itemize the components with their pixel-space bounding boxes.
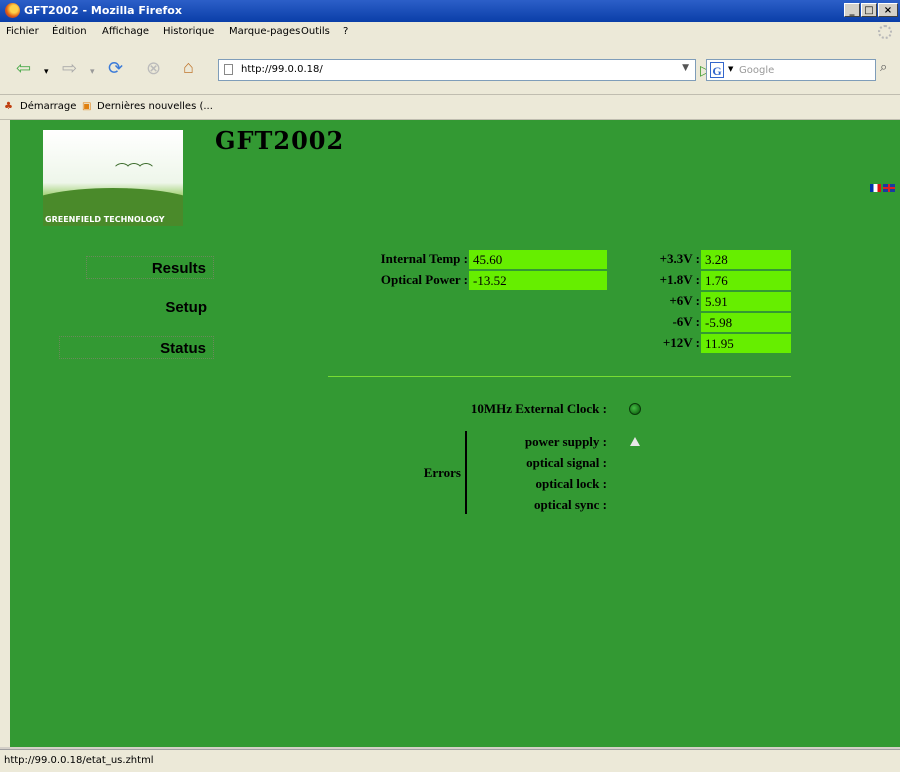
nav-toolbar: ⇦ ▾ ⇨ ▾ ⟳ ⊗ ⌂ http://99.0.0.18/ ▼ ▷ G ▼ … bbox=[0, 42, 900, 95]
results-button[interactable]: Results bbox=[86, 256, 214, 279]
menu-bar: Fichier Édition Affichage Historique Mar… bbox=[0, 22, 900, 42]
bookmarks-bar: ♣ Démarrage ▣ Dernières nouvelles (... bbox=[0, 95, 900, 120]
close-button[interactable]: × bbox=[878, 3, 898, 17]
back-dropdown-icon[interactable]: ▾ bbox=[44, 60, 49, 82]
internal-temp-value: 45.60 bbox=[469, 250, 607, 269]
demarrage-icon: ♣ bbox=[4, 101, 13, 112]
url-text: http://99.0.0.18/ bbox=[241, 64, 323, 75]
menu-marque-pages[interactable]: Marque-pages bbox=[229, 26, 300, 37]
error-optical-sync-label: optical sync : bbox=[534, 497, 607, 512]
page-title: GFT2002 bbox=[215, 126, 345, 155]
minimize-button[interactable]: _ bbox=[844, 3, 860, 17]
external-clock-status-led-icon bbox=[629, 403, 641, 415]
english-flag-icon[interactable] bbox=[883, 184, 895, 192]
french-flag-icon[interactable] bbox=[870, 184, 881, 192]
forward-dropdown-icon[interactable]: ▾ bbox=[90, 60, 95, 82]
error-optical-signal-label: optical signal : bbox=[526, 455, 607, 470]
voltage-3v3-label: +3.3V : bbox=[659, 251, 700, 266]
power-supply-warning-icon bbox=[630, 437, 640, 446]
firefox-icon bbox=[5, 3, 20, 18]
voltage-6v-label: +6V : bbox=[669, 293, 700, 308]
search-box[interactable]: G ▼ Google bbox=[706, 59, 876, 81]
menu-help[interactable]: ? bbox=[343, 26, 348, 37]
menu-edition[interactable]: Édition bbox=[52, 26, 87, 37]
setup-button[interactable]: Setup bbox=[86, 296, 214, 319]
error-power-supply-label: power supply : bbox=[524, 434, 607, 449]
search-placeholder: Google bbox=[739, 65, 775, 76]
voltage-12v-value: 11.95 bbox=[701, 334, 791, 353]
page-icon bbox=[224, 64, 233, 75]
page-content: ⌒⌒⌒ GREENFIELD TECHNOLOGY GFT2002 Result… bbox=[10, 120, 900, 747]
errors-divider bbox=[465, 431, 467, 514]
bookmark-dernieres-nouvelles[interactable]: Dernières nouvelles (... bbox=[97, 101, 213, 112]
left-frame-edge bbox=[0, 120, 10, 747]
maximize-button[interactable]: □ bbox=[861, 3, 877, 17]
engine-dropdown-icon[interactable]: ▼ bbox=[728, 65, 733, 73]
error-optical-lock-label: optical lock : bbox=[535, 476, 608, 491]
menu-affichage[interactable]: Affichage bbox=[102, 26, 149, 37]
url-bar[interactable]: http://99.0.0.18/ ▼ bbox=[218, 59, 696, 81]
window-titlebar: GFT2002 - Mozilla Firefox _ □ × bbox=[0, 0, 900, 22]
reload-icon[interactable]: ⟳ bbox=[108, 57, 123, 79]
voltage-1v8-value: 1.76 bbox=[701, 271, 791, 290]
optical-power-value: -13.52 bbox=[469, 271, 607, 290]
stop-icon[interactable]: ⊗ bbox=[146, 57, 161, 79]
home-icon[interactable]: ⌂ bbox=[183, 56, 194, 78]
throbber-icon bbox=[878, 25, 892, 39]
voltage-1v8-label: +1.8V : bbox=[659, 272, 700, 287]
menu-historique[interactable]: Historique bbox=[163, 26, 214, 37]
menu-fichier[interactable]: Fichier bbox=[6, 26, 39, 37]
section-divider bbox=[328, 376, 791, 377]
voltage-3v3-value: 3.28 bbox=[701, 250, 791, 269]
bookmark-demarrage[interactable]: Démarrage bbox=[20, 101, 76, 112]
status-text: http://99.0.0.18/etat_us.zhtml bbox=[4, 755, 154, 766]
greenfield-logo: ⌒⌒⌒ GREENFIELD TECHNOLOGY bbox=[43, 130, 183, 226]
errors-heading: Errors bbox=[423, 465, 461, 480]
optical-power-label: Optical Power : bbox=[380, 272, 468, 287]
url-dropdown-icon[interactable]: ▼ bbox=[682, 63, 689, 73]
back-arrow-icon[interactable]: ⇦ bbox=[16, 57, 31, 79]
window-title: GFT2002 - Mozilla Firefox bbox=[24, 4, 182, 17]
google-engine-icon[interactable]: G bbox=[710, 62, 724, 78]
menu-outils[interactable]: Outils bbox=[301, 26, 330, 37]
rss-icon: ▣ bbox=[82, 101, 92, 112]
search-magnifier-icon[interactable]: ⌕ bbox=[880, 59, 900, 81]
voltage-12v-label: +12V : bbox=[662, 335, 700, 350]
voltage-6v-value: 5.91 bbox=[701, 292, 791, 311]
status-button[interactable]: Status bbox=[59, 336, 214, 359]
forward-arrow-icon[interactable]: ⇨ bbox=[62, 57, 77, 79]
status-bar: http://99.0.0.18/etat_us.zhtml bbox=[0, 749, 900, 772]
voltage-neg6v-label: -6V : bbox=[672, 314, 700, 329]
external-clock-label: 10MHz External Clock : bbox=[470, 401, 607, 416]
logo-birds-icon: ⌒⌒⌒ bbox=[115, 162, 153, 178]
voltage-neg6v-value: -5.98 bbox=[701, 313, 791, 332]
logo-text: GREENFIELD TECHNOLOGY bbox=[45, 215, 165, 224]
internal-temp-label: Internal Temp : bbox=[380, 251, 468, 266]
